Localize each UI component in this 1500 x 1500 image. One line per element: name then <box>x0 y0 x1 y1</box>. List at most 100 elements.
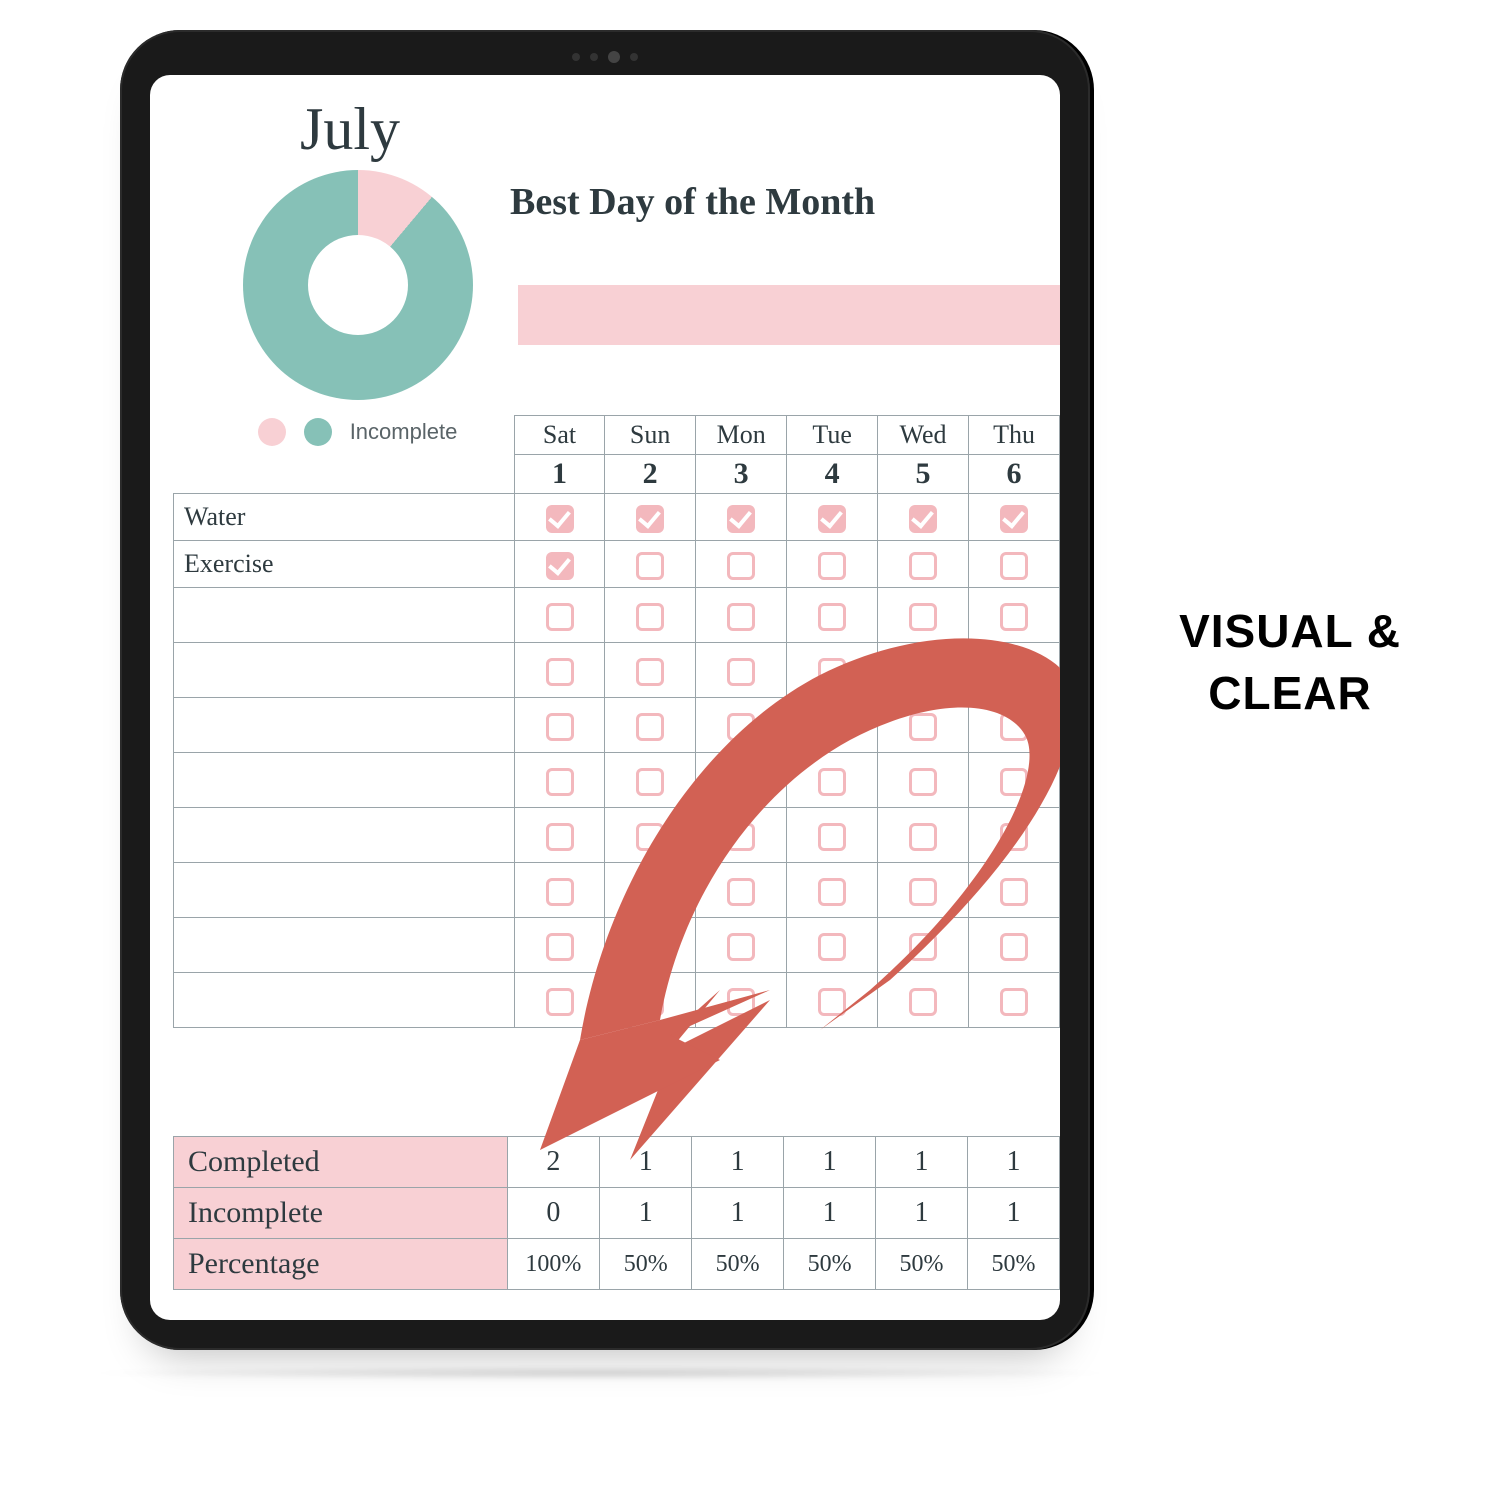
checkbox-unchecked-icon[interactable] <box>546 823 574 851</box>
habit-cell[interactable] <box>787 494 878 541</box>
habit-cell[interactable] <box>696 698 787 753</box>
habit-cell[interactable] <box>605 494 696 541</box>
habit-cell[interactable] <box>696 753 787 808</box>
habit-cell[interactable] <box>969 588 1060 643</box>
habit-cell[interactable] <box>696 494 787 541</box>
habit-cell[interactable] <box>514 494 605 541</box>
habit-label[interactable] <box>174 588 515 643</box>
checkbox-unchecked-icon[interactable] <box>909 603 937 631</box>
checkbox-unchecked-icon[interactable] <box>727 823 755 851</box>
habit-label[interactable] <box>174 643 515 698</box>
habit-label[interactable] <box>174 918 515 973</box>
habit-cell[interactable] <box>696 541 787 588</box>
habit-cell[interactable] <box>605 643 696 698</box>
habit-label[interactable] <box>174 973 515 1028</box>
habit-cell[interactable] <box>787 643 878 698</box>
habit-cell[interactable] <box>787 588 878 643</box>
checkbox-unchecked-icon[interactable] <box>546 658 574 686</box>
habit-cell[interactable] <box>514 588 605 643</box>
checkbox-unchecked-icon[interactable] <box>636 988 664 1016</box>
habit-cell[interactable] <box>969 808 1060 863</box>
checkbox-unchecked-icon[interactable] <box>909 658 937 686</box>
habit-label[interactable] <box>174 698 515 753</box>
habit-cell[interactable] <box>514 753 605 808</box>
checkbox-checked-icon[interactable] <box>636 505 664 533</box>
habit-cell[interactable] <box>878 973 969 1028</box>
checkbox-unchecked-icon[interactable] <box>546 768 574 796</box>
habit-cell[interactable] <box>696 588 787 643</box>
habit-cell[interactable] <box>696 973 787 1028</box>
habit-cell[interactable] <box>878 494 969 541</box>
checkbox-unchecked-icon[interactable] <box>636 878 664 906</box>
habit-cell[interactable] <box>605 973 696 1028</box>
habit-label[interactable] <box>174 808 515 863</box>
habit-cell[interactable] <box>969 918 1060 973</box>
habit-cell[interactable] <box>696 918 787 973</box>
checkbox-unchecked-icon[interactable] <box>1000 878 1028 906</box>
habit-label[interactable] <box>174 753 515 808</box>
checkbox-unchecked-icon[interactable] <box>546 933 574 961</box>
checkbox-unchecked-icon[interactable] <box>727 878 755 906</box>
habit-cell[interactable] <box>696 863 787 918</box>
habit-cell[interactable] <box>787 973 878 1028</box>
habit-cell[interactable] <box>969 494 1060 541</box>
checkbox-unchecked-icon[interactable] <box>909 768 937 796</box>
habit-label[interactable]: Exercise <box>174 541 515 588</box>
checkbox-unchecked-icon[interactable] <box>636 823 664 851</box>
checkbox-unchecked-icon[interactable] <box>727 713 755 741</box>
habit-cell[interactable] <box>787 808 878 863</box>
checkbox-unchecked-icon[interactable] <box>546 988 574 1016</box>
checkbox-unchecked-icon[interactable] <box>818 878 846 906</box>
habit-cell[interactable] <box>787 918 878 973</box>
checkbox-unchecked-icon[interactable] <box>727 658 755 686</box>
checkbox-unchecked-icon[interactable] <box>546 603 574 631</box>
checkbox-checked-icon[interactable] <box>546 552 574 580</box>
checkbox-unchecked-icon[interactable] <box>1000 933 1028 961</box>
checkbox-unchecked-icon[interactable] <box>909 552 937 580</box>
habit-cell[interactable] <box>878 753 969 808</box>
checkbox-unchecked-icon[interactable] <box>636 713 664 741</box>
checkbox-unchecked-icon[interactable] <box>636 603 664 631</box>
habit-cell[interactable] <box>787 863 878 918</box>
checkbox-unchecked-icon[interactable] <box>727 933 755 961</box>
checkbox-unchecked-icon[interactable] <box>636 552 664 580</box>
checkbox-unchecked-icon[interactable] <box>818 603 846 631</box>
habit-label[interactable]: Water <box>174 494 515 541</box>
checkbox-unchecked-icon[interactable] <box>818 713 846 741</box>
checkbox-unchecked-icon[interactable] <box>636 768 664 796</box>
habit-cell[interactable] <box>787 753 878 808</box>
habit-cell[interactable] <box>787 698 878 753</box>
checkbox-unchecked-icon[interactable] <box>546 713 574 741</box>
checkbox-unchecked-icon[interactable] <box>546 878 574 906</box>
habit-cell[interactable] <box>969 973 1060 1028</box>
checkbox-unchecked-icon[interactable] <box>1000 988 1028 1016</box>
habit-cell[interactable] <box>514 918 605 973</box>
habit-cell[interactable] <box>878 918 969 973</box>
habit-cell[interactable] <box>514 643 605 698</box>
checkbox-checked-icon[interactable] <box>546 505 574 533</box>
habit-cell[interactable] <box>605 808 696 863</box>
checkbox-unchecked-icon[interactable] <box>636 933 664 961</box>
checkbox-unchecked-icon[interactable] <box>1000 713 1028 741</box>
checkbox-unchecked-icon[interactable] <box>727 988 755 1016</box>
habit-cell[interactable] <box>514 863 605 918</box>
checkbox-unchecked-icon[interactable] <box>727 552 755 580</box>
habit-cell[interactable] <box>969 753 1060 808</box>
habit-cell[interactable] <box>969 643 1060 698</box>
checkbox-unchecked-icon[interactable] <box>909 933 937 961</box>
checkbox-unchecked-icon[interactable] <box>909 713 937 741</box>
checkbox-unchecked-icon[interactable] <box>818 823 846 851</box>
habit-cell[interactable] <box>969 541 1060 588</box>
habit-label[interactable] <box>174 863 515 918</box>
habit-cell[interactable] <box>605 753 696 808</box>
habit-cell[interactable] <box>514 698 605 753</box>
checkbox-unchecked-icon[interactable] <box>1000 658 1028 686</box>
checkbox-unchecked-icon[interactable] <box>1000 768 1028 796</box>
habit-cell[interactable] <box>605 918 696 973</box>
checkbox-unchecked-icon[interactable] <box>727 768 755 796</box>
habit-cell[interactable] <box>514 973 605 1028</box>
habit-cell[interactable] <box>787 541 878 588</box>
habit-cell[interactable] <box>878 863 969 918</box>
habit-cell[interactable] <box>514 808 605 863</box>
checkbox-unchecked-icon[interactable] <box>636 658 664 686</box>
